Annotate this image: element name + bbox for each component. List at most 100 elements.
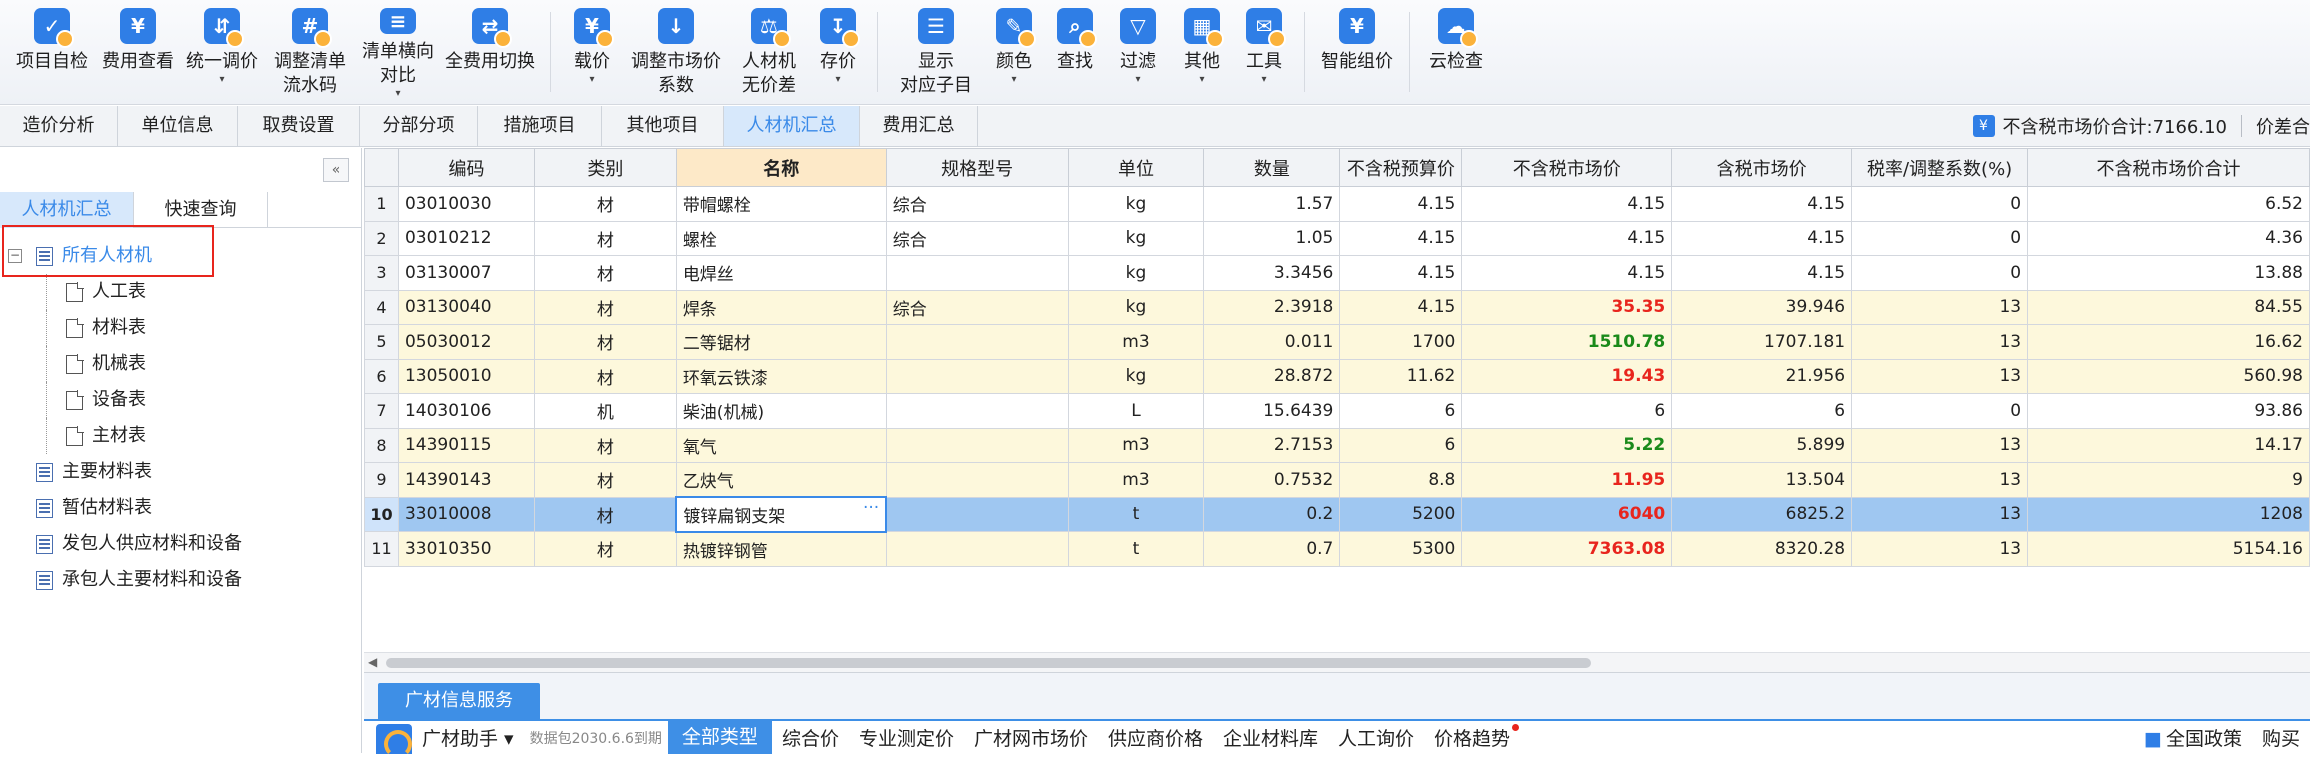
toolbar-button-15[interactable]: ✉工具▾ bbox=[1234, 0, 1294, 100]
unit-cell[interactable]: kg bbox=[1068, 290, 1204, 325]
column-header-6[interactable]: 不含税预算价 bbox=[1340, 149, 1462, 187]
budget-price-cell[interactable]: 4.15 bbox=[1340, 221, 1462, 256]
subtab-material-summary[interactable]: 人材机汇总 bbox=[0, 192, 134, 228]
tax-market-price-cell[interactable]: 6 bbox=[1672, 394, 1852, 429]
toolbar-button-7[interactable]: ↓调整市场价 系数 bbox=[623, 0, 729, 100]
quantity-cell[interactable]: 2.3918 bbox=[1204, 290, 1340, 325]
unit-cell[interactable]: t bbox=[1068, 532, 1204, 567]
table-row[interactable]: 714030106机柴油(机械)L15.6439666093.86 bbox=[365, 394, 2310, 429]
code-cell[interactable]: 03010212 bbox=[398, 221, 534, 256]
category-cell[interactable]: 材 bbox=[534, 428, 676, 463]
toolbar-button-9[interactable]: ↧存价▾ bbox=[809, 0, 867, 100]
column-header-3[interactable]: 规格型号 bbox=[886, 149, 1068, 187]
code-cell[interactable]: 05030012 bbox=[398, 325, 534, 360]
budget-price-cell[interactable]: 8.8 bbox=[1340, 463, 1462, 498]
unit-cell[interactable]: kg bbox=[1068, 359, 1204, 394]
name-cell[interactable]: 热镀锌钢管 bbox=[676, 532, 886, 567]
column-header-9[interactable]: 税率/调整系数(%) bbox=[1852, 149, 2028, 187]
spec-cell[interactable] bbox=[886, 325, 1068, 360]
market-total-cell[interactable]: 9 bbox=[2028, 463, 2310, 498]
tax-rate-cell[interactable]: 13 bbox=[1852, 532, 2028, 567]
toolbar-button-4[interactable]: ≡清单横向 对比▾ bbox=[356, 0, 440, 100]
toolbar-button-13[interactable]: ▽过滤▾ bbox=[1106, 0, 1170, 100]
spec-cell[interactable] bbox=[886, 497, 1068, 532]
unit-cell[interactable]: L bbox=[1068, 394, 1204, 429]
table-row[interactable]: 505030012材二等锯材m30.01117001510.781707.181… bbox=[365, 325, 2310, 360]
tab-5[interactable]: 其他项目 bbox=[602, 106, 724, 146]
column-header-0[interactable]: 编码 bbox=[398, 149, 534, 187]
market-total-cell[interactable]: 93.86 bbox=[2028, 394, 2310, 429]
table-row[interactable]: 1033010008材镀锌扁钢支架···t0.2520060406825.213… bbox=[365, 497, 2310, 532]
toolbar-button-3[interactable]: #调整清单 流水码 bbox=[264, 0, 356, 100]
quantity-cell[interactable]: 15.6439 bbox=[1204, 394, 1340, 429]
buy-link[interactable]: 购买 bbox=[2252, 724, 2310, 754]
category-cell[interactable]: 材 bbox=[534, 359, 676, 394]
tab-material-info-service[interactable]: 广材信息服务 bbox=[378, 683, 540, 719]
budget-price-cell[interactable]: 4.15 bbox=[1340, 187, 1462, 222]
budget-price-cell[interactable]: 4.15 bbox=[1340, 290, 1462, 325]
quantity-cell[interactable]: 0.7 bbox=[1204, 532, 1340, 567]
spec-cell[interactable] bbox=[886, 359, 1068, 394]
tax-market-price-cell[interactable]: 39.946 bbox=[1672, 290, 1852, 325]
column-header-2[interactable]: 名称 bbox=[676, 149, 886, 187]
budget-price-cell[interactable]: 4.15 bbox=[1340, 256, 1462, 291]
market-total-cell[interactable]: 84.55 bbox=[2028, 290, 2310, 325]
tax-rate-cell[interactable]: 13 bbox=[1852, 325, 2028, 360]
unit-cell[interactable]: m3 bbox=[1068, 428, 1204, 463]
name-cell[interactable]: 乙炔气 bbox=[676, 463, 886, 498]
budget-price-cell[interactable]: 6 bbox=[1340, 394, 1462, 429]
spec-cell[interactable]: 综合 bbox=[886, 221, 1068, 256]
code-cell[interactable]: 03130040 bbox=[398, 290, 534, 325]
market-price-cell[interactable]: 5.22 bbox=[1462, 428, 1672, 463]
toolbar-button-16[interactable]: ¥智能组价 bbox=[1315, 0, 1399, 100]
tab-0[interactable]: 造价分析 bbox=[0, 106, 118, 146]
market-price-cell[interactable]: 6040 bbox=[1462, 497, 1672, 532]
market-total-cell[interactable]: 5154.16 bbox=[2028, 532, 2310, 567]
toolbar-button-8[interactable]: ⚖人材机 无价差 bbox=[729, 0, 809, 100]
price-source-tab-1[interactable]: 综合价 bbox=[772, 724, 849, 754]
category-cell[interactable]: 机 bbox=[534, 394, 676, 429]
toolbar-button-5[interactable]: ⇄全费用切换 bbox=[440, 0, 540, 100]
code-cell[interactable]: 33010350 bbox=[398, 532, 534, 567]
spec-cell[interactable] bbox=[886, 463, 1068, 498]
tax-market-price-cell[interactable]: 8320.28 bbox=[1672, 532, 1852, 567]
category-cell[interactable]: 材 bbox=[534, 532, 676, 567]
toolbar-button-0[interactable]: ✓项目自检 bbox=[8, 0, 96, 100]
tax-market-price-cell[interactable]: 1707.181 bbox=[1672, 325, 1852, 360]
toolbar-button-6[interactable]: ¥载价▾ bbox=[561, 0, 623, 100]
toolbar-button-12[interactable]: ⌕查找 bbox=[1044, 0, 1106, 100]
spec-cell[interactable] bbox=[886, 532, 1068, 567]
market-price-cell[interactable]: 4.15 bbox=[1462, 187, 1672, 222]
quantity-cell[interactable]: 1.57 bbox=[1204, 187, 1340, 222]
tree-node-6[interactable]: 主要材料表 bbox=[0, 454, 361, 490]
market-total-cell[interactable]: 1208 bbox=[2028, 497, 2310, 532]
name-cell[interactable]: 柴油(机械) bbox=[676, 394, 886, 429]
toolbar-button-14[interactable]: ▦其他▾ bbox=[1170, 0, 1234, 100]
tax-rate-cell[interactable]: 13 bbox=[1852, 463, 2028, 498]
tax-rate-cell[interactable]: 13 bbox=[1852, 428, 2028, 463]
price-source-tab-0[interactable]: 全部类型 bbox=[668, 721, 772, 754]
market-total-cell[interactable]: 14.17 bbox=[2028, 428, 2310, 463]
quantity-cell[interactable]: 0.2 bbox=[1204, 497, 1340, 532]
tab-7[interactable]: 费用汇总 bbox=[860, 106, 978, 146]
market-price-cell[interactable]: 11.95 bbox=[1462, 463, 1672, 498]
unit-cell[interactable]: kg bbox=[1068, 187, 1204, 222]
name-cell[interactable]: 焊条 bbox=[676, 290, 886, 325]
budget-price-cell[interactable]: 5200 bbox=[1340, 497, 1462, 532]
tab-6[interactable]: 人材机汇总 bbox=[724, 106, 860, 146]
tax-rate-cell[interactable]: 0 bbox=[1852, 221, 2028, 256]
category-cell[interactable]: 材 bbox=[534, 325, 676, 360]
spec-cell[interactable]: 综合 bbox=[886, 187, 1068, 222]
assistant-dropdown[interactable]: 广材助手 ▾ bbox=[412, 724, 524, 754]
quantity-cell[interactable]: 3.3456 bbox=[1204, 256, 1340, 291]
price-source-tab-4[interactable]: 供应商价格 bbox=[1098, 724, 1213, 754]
table-row[interactable]: 613050010材环氧云铁漆kg28.87211.6219.4321.9561… bbox=[365, 359, 2310, 394]
horizontal-scrollbar[interactable]: ◀ bbox=[364, 652, 2310, 672]
category-cell[interactable]: 材 bbox=[534, 187, 676, 222]
name-cell[interactable]: 带帽螺栓 bbox=[676, 187, 886, 222]
category-cell[interactable]: 材 bbox=[534, 497, 676, 532]
price-source-tab-7[interactable]: 价格趋势 bbox=[1424, 724, 1529, 754]
market-total-cell[interactable]: 16.62 bbox=[2028, 325, 2310, 360]
column-header-1[interactable]: 类别 bbox=[534, 149, 676, 187]
price-source-tab-2[interactable]: 专业测定价 bbox=[849, 724, 964, 754]
